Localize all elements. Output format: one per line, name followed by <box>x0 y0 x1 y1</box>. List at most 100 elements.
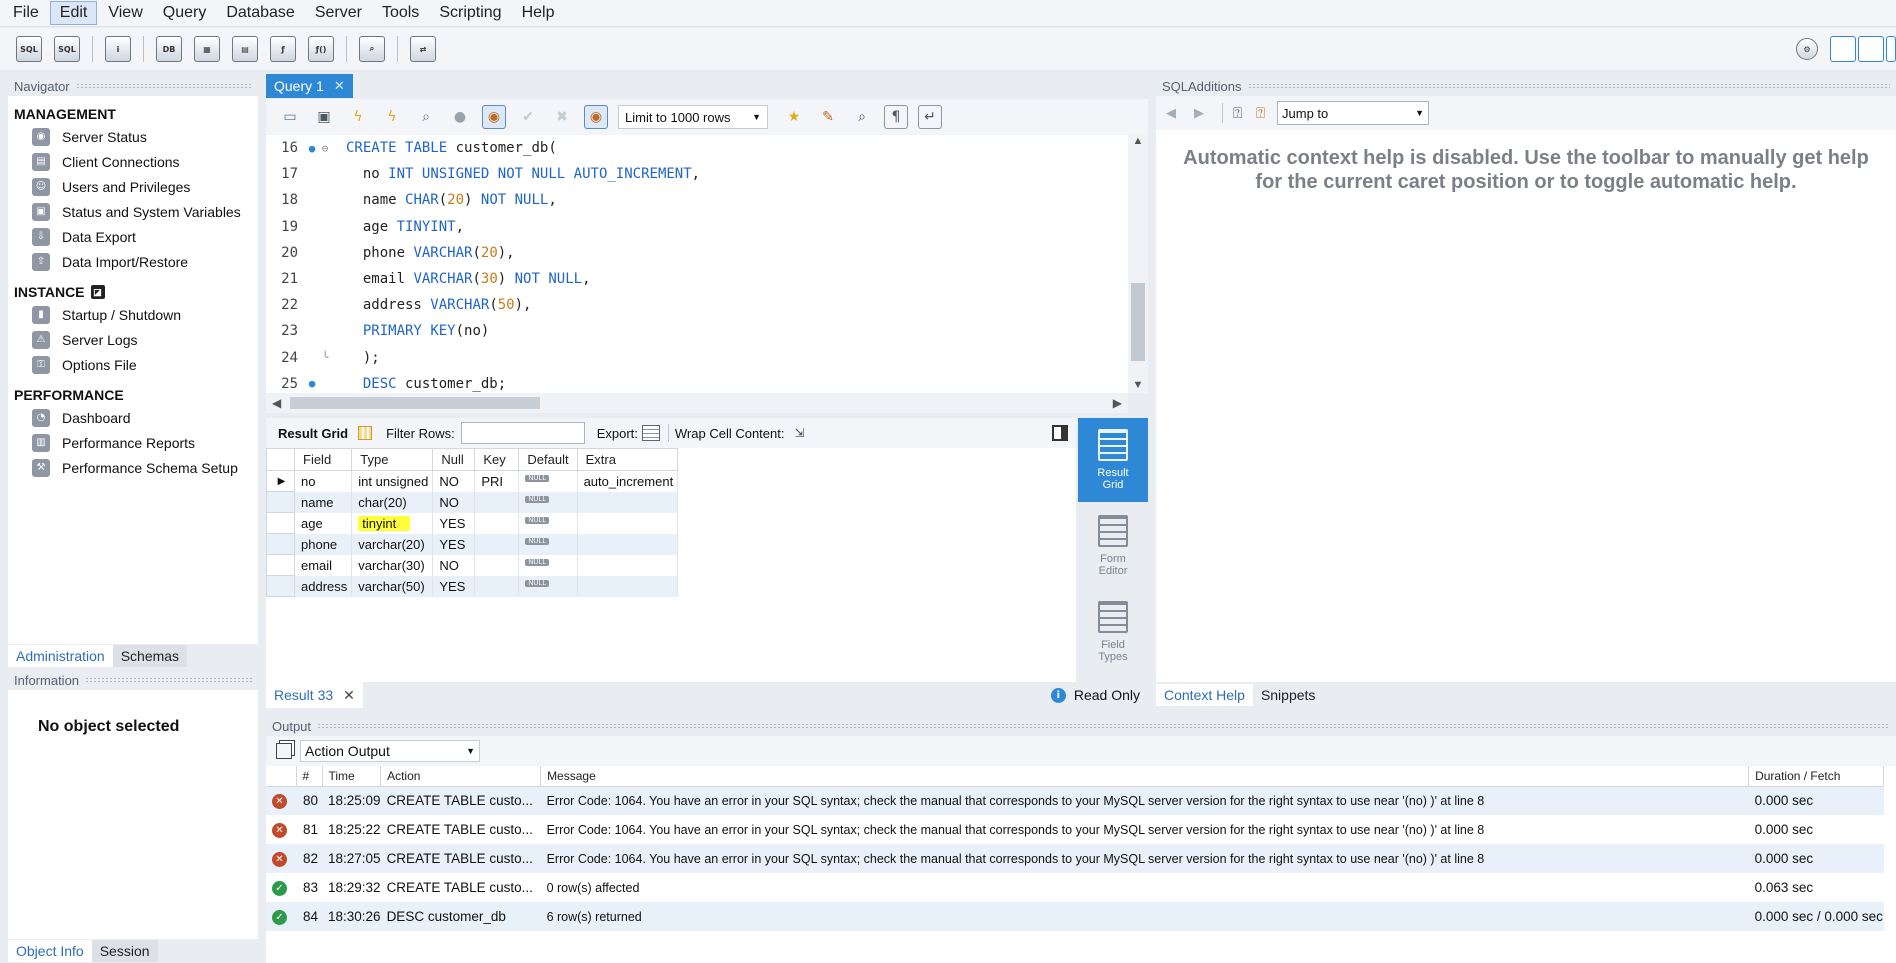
menu-scripting[interactable]: Scripting <box>430 2 510 24</box>
code-line[interactable]: 21 email VARCHAR(30) NOT NULL, <box>266 266 1148 292</box>
output-column-header[interactable]: Time <box>322 766 382 787</box>
row-selector[interactable] <box>266 533 295 555</box>
create-procedure-icon[interactable]: ƒ <box>270 36 296 62</box>
column-header-extra[interactable]: Extra <box>576 448 679 471</box>
table-cell[interactable]: NULL <box>518 470 578 492</box>
menu-tools[interactable]: Tools <box>373 2 428 24</box>
find-icon[interactable]: ⌕ <box>850 105 874 129</box>
row-selector[interactable]: ▶ <box>266 470 295 492</box>
table-row[interactable]: name char(20) NO NULL <box>266 491 679 513</box>
table-cell[interactable]: char(20) <box>351 491 434 513</box>
nav-item-status-and-system-variables[interactable]: ▣ Status and System Variables <box>8 199 258 224</box>
toggle-autocommit-icon[interactable]: ◉ <box>584 105 608 129</box>
table-row[interactable]: ▶ no int unsigned NO PRI NULL auto_increment <box>266 470 679 492</box>
rollback-icon[interactable]: ✖ <box>550 105 574 129</box>
table-row[interactable]: age tinyint YES NULL <box>266 512 679 534</box>
table-cell[interactable]: int unsigned <box>351 470 434 492</box>
open-sql-script-icon[interactable]: SQL <box>54 36 80 62</box>
table-row[interactable]: address varchar(50) YES NULL <box>266 575 679 597</box>
code-line[interactable]: 23 PRIMARY KEY(no) <box>266 318 1148 344</box>
nav-item-performance-reports[interactable]: ▥ Performance Reports <box>8 430 258 455</box>
auto-help-icon[interactable]: ⍰ <box>1256 105 1265 122</box>
output-row[interactable]: ✕ 82 18:27:05 CREATE TABLE custo... Error Co… <box>266 844 1884 873</box>
table-cell[interactable] <box>474 575 520 597</box>
table-cell[interactable]: auto_increment <box>577 470 679 492</box>
forward-icon[interactable]: ▶ <box>1194 105 1204 121</box>
limit-rows-select[interactable]: Limit to 1000 rows ▼ <box>618 105 768 129</box>
nav-item-server-status[interactable]: ◉ Server Status <box>8 124 258 149</box>
nav-item-dashboard[interactable]: ◔ Dashboard <box>8 405 258 430</box>
table-cell[interactable]: NULL <box>518 554 578 576</box>
output-type-select[interactable]: Action Output ▼ <box>300 740 480 762</box>
execute-icon[interactable]: ϟ <box>346 105 370 129</box>
table-cell[interactable]: NO <box>432 470 476 492</box>
beautify-icon[interactable]: ✎ <box>816 105 840 129</box>
inspector-icon[interactable]: i <box>105 36 131 62</box>
menu-file[interactable]: File <box>4 2 48 24</box>
table-cell[interactable]: NO <box>432 554 476 576</box>
reconnect-icon[interactable]: ⇄ <box>410 36 436 62</box>
table-cell[interactable]: YES <box>432 512 476 534</box>
save-icon[interactable]: ▣ <box>312 105 336 129</box>
table-cell[interactable] <box>474 533 520 555</box>
explain-icon[interactable]: ⌕ <box>414 105 438 129</box>
grid-icon[interactable] <box>358 426 373 440</box>
code-line[interactable]: 18 name CHAR(20) NOT NULL, <box>266 187 1148 213</box>
table-cell[interactable]: YES <box>432 533 476 555</box>
nav-item-startup-shutdown[interactable]: ▮ Startup / Shutdown <box>8 302 258 327</box>
nav-item-options-file[interactable]: ⚿ Options File <box>8 352 258 377</box>
table-cell[interactable]: NO <box>432 491 476 513</box>
word-wrap-icon[interactable]: ↵ <box>918 105 942 129</box>
table-cell[interactable]: PRI <box>474 470 520 492</box>
table-cell[interactable]: YES <box>432 575 476 597</box>
scroll-left-icon[interactable]: ◀ <box>272 396 281 410</box>
menu-query[interactable]: Query <box>154 2 216 24</box>
result-grid-button[interactable]: Result Grid <box>1078 418 1148 502</box>
table-cell[interactable]: NULL <box>518 491 578 513</box>
table-row[interactable]: email varchar(30) NO NULL <box>266 554 679 576</box>
invisible-chars-icon[interactable]: ¶ <box>884 105 908 129</box>
tab-query-1[interactable]: Query 1 ✕ <box>266 74 353 98</box>
manual-help-icon[interactable]: ⍰ <box>1233 105 1242 122</box>
search-table-data-icon[interactable]: ⌕ <box>359 36 385 62</box>
row-selector[interactable] <box>266 554 295 576</box>
create-schema-icon[interactable]: DB <box>156 36 182 62</box>
back-icon[interactable]: ◀ <box>1166 105 1176 121</box>
scroll-up-icon[interactable]: ▲ <box>1128 135 1148 147</box>
code-line[interactable]: 22 address VARCHAR(50), <box>266 292 1148 318</box>
nav-item-data-import-restore[interactable]: ⇧ Data Import/Restore <box>8 249 258 274</box>
tab-snippets[interactable]: Snippets <box>1253 684 1323 706</box>
toggle-sidebar-icon[interactable] <box>1830 36 1856 62</box>
tab-session[interactable]: Session <box>91 940 158 962</box>
execute-current-icon[interactable]: ϟ <box>380 105 404 129</box>
new-sql-tab-icon[interactable]: SQL <box>16 36 42 62</box>
table-cell[interactable] <box>577 575 679 597</box>
table-cell[interactable] <box>474 554 520 576</box>
row-selector[interactable] <box>266 575 295 597</box>
table-cell[interactable] <box>577 533 679 555</box>
tab-result-33[interactable]: Result 33 ✕ <box>266 682 363 708</box>
create-table-icon[interactable]: ▦ <box>194 36 220 62</box>
menu-view[interactable]: View <box>99 2 151 24</box>
table-cell[interactable]: varchar(30) <box>351 554 434 576</box>
preferences-icon[interactable]: ⚙ <box>1796 38 1818 60</box>
editor-vertical-scroll-thumb[interactable] <box>1131 283 1145 361</box>
add-snippet-icon[interactable]: ★ <box>782 105 806 129</box>
output-row[interactable]: ✕ 81 18:25:22 CREATE TABLE custo... Error Co… <box>266 815 1884 844</box>
toggle-continue-on-error-icon[interactable]: ◉ <box>482 105 506 129</box>
table-cell[interactable] <box>577 491 679 513</box>
table-cell[interactable]: NULL <box>518 512 578 534</box>
export-icon[interactable] <box>641 425 660 441</box>
table-cell[interactable] <box>577 512 679 534</box>
output-column-header[interactable]: Message <box>540 766 1750 787</box>
output-row[interactable]: ✓ 84 18:30:26 DESC customer_db 6 row(s) retu… <box>266 902 1884 931</box>
table-cell[interactable]: varchar(50) <box>351 575 434 597</box>
column-header-type[interactable]: Type <box>351 448 434 471</box>
code-line[interactable]: 19 age TINYINT, <box>266 214 1148 240</box>
table-cell[interactable]: email <box>294 554 353 576</box>
code-line[interactable]: 24 ╰ ); <box>266 345 1148 371</box>
commit-icon[interactable]: ✔ <box>516 105 540 129</box>
code-line[interactable]: 16 ● ⊖ CREATE TABLE customer_db( <box>266 135 1148 161</box>
table-cell[interactable] <box>577 554 679 576</box>
fold-icon[interactable]: ⊖ <box>318 142 332 155</box>
